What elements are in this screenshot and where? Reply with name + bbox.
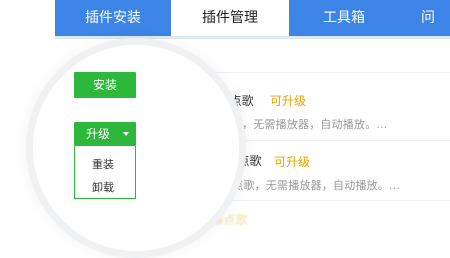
tab-bar: 插件安装 插件管理 工具箱 问 bbox=[55, 0, 450, 36]
tab-more[interactable]: 问 bbox=[399, 0, 450, 36]
tab-plugin-install[interactable]: 插件安装 bbox=[55, 0, 171, 36]
status-upgradable[interactable]: 可升级 bbox=[274, 153, 310, 170]
tab-underline-strip bbox=[55, 36, 450, 39]
caret-down-icon[interactable] bbox=[123, 132, 129, 136]
menu-item-uninstall[interactable]: 卸载 bbox=[75, 179, 135, 195]
upgrade-button[interactable]: 升级 bbox=[74, 122, 136, 146]
magnifier-lens bbox=[26, 38, 246, 258]
menu-item-reinstall[interactable]: 重装 bbox=[75, 156, 135, 172]
tab-toolbox[interactable]: 工具箱 bbox=[289, 0, 399, 36]
tab-plugin-manage[interactable]: 插件管理 bbox=[171, 0, 289, 36]
status-upgradable[interactable]: 可升级 bbox=[270, 92, 306, 109]
upgrade-dropdown-menu: 重装 卸载 bbox=[74, 146, 136, 199]
upgrade-label: 升级 bbox=[86, 127, 111, 141]
install-button[interactable]: 安装 bbox=[74, 72, 136, 98]
